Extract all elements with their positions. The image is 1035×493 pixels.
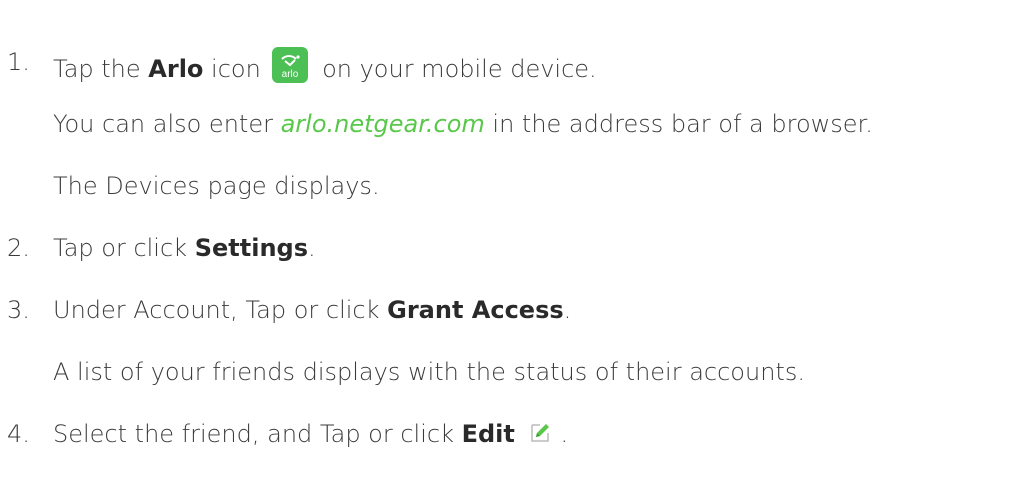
settings-label: Settings <box>194 234 308 262</box>
svg-text:arlo: arlo <box>282 69 299 80</box>
edit-label: Edit <box>461 420 515 448</box>
step-number: 2. <box>7 234 30 262</box>
arlo-label: Arlo <box>148 55 204 83</box>
step-text: Tap or click Settings. <box>53 234 316 262</box>
step-number: 1. <box>7 48 30 76</box>
arlo-app-icon: arlo <box>272 47 309 83</box>
step-number: 3. <box>7 296 30 324</box>
arlo-website-link[interactable]: arlo.netgear.com <box>281 110 485 138</box>
edit-pencil-icon <box>527 420 553 446</box>
step-text: Select the friend, and Tap or click Edit… <box>53 420 569 448</box>
step-text: Under Account, Tap or click Grant Access… <box>53 296 572 324</box>
step-number: 4. <box>7 420 30 448</box>
grant-access-label: Grant Access <box>387 296 564 324</box>
step-text: Tap the Arlo icon arlo on your mobile de… <box>53 47 597 84</box>
